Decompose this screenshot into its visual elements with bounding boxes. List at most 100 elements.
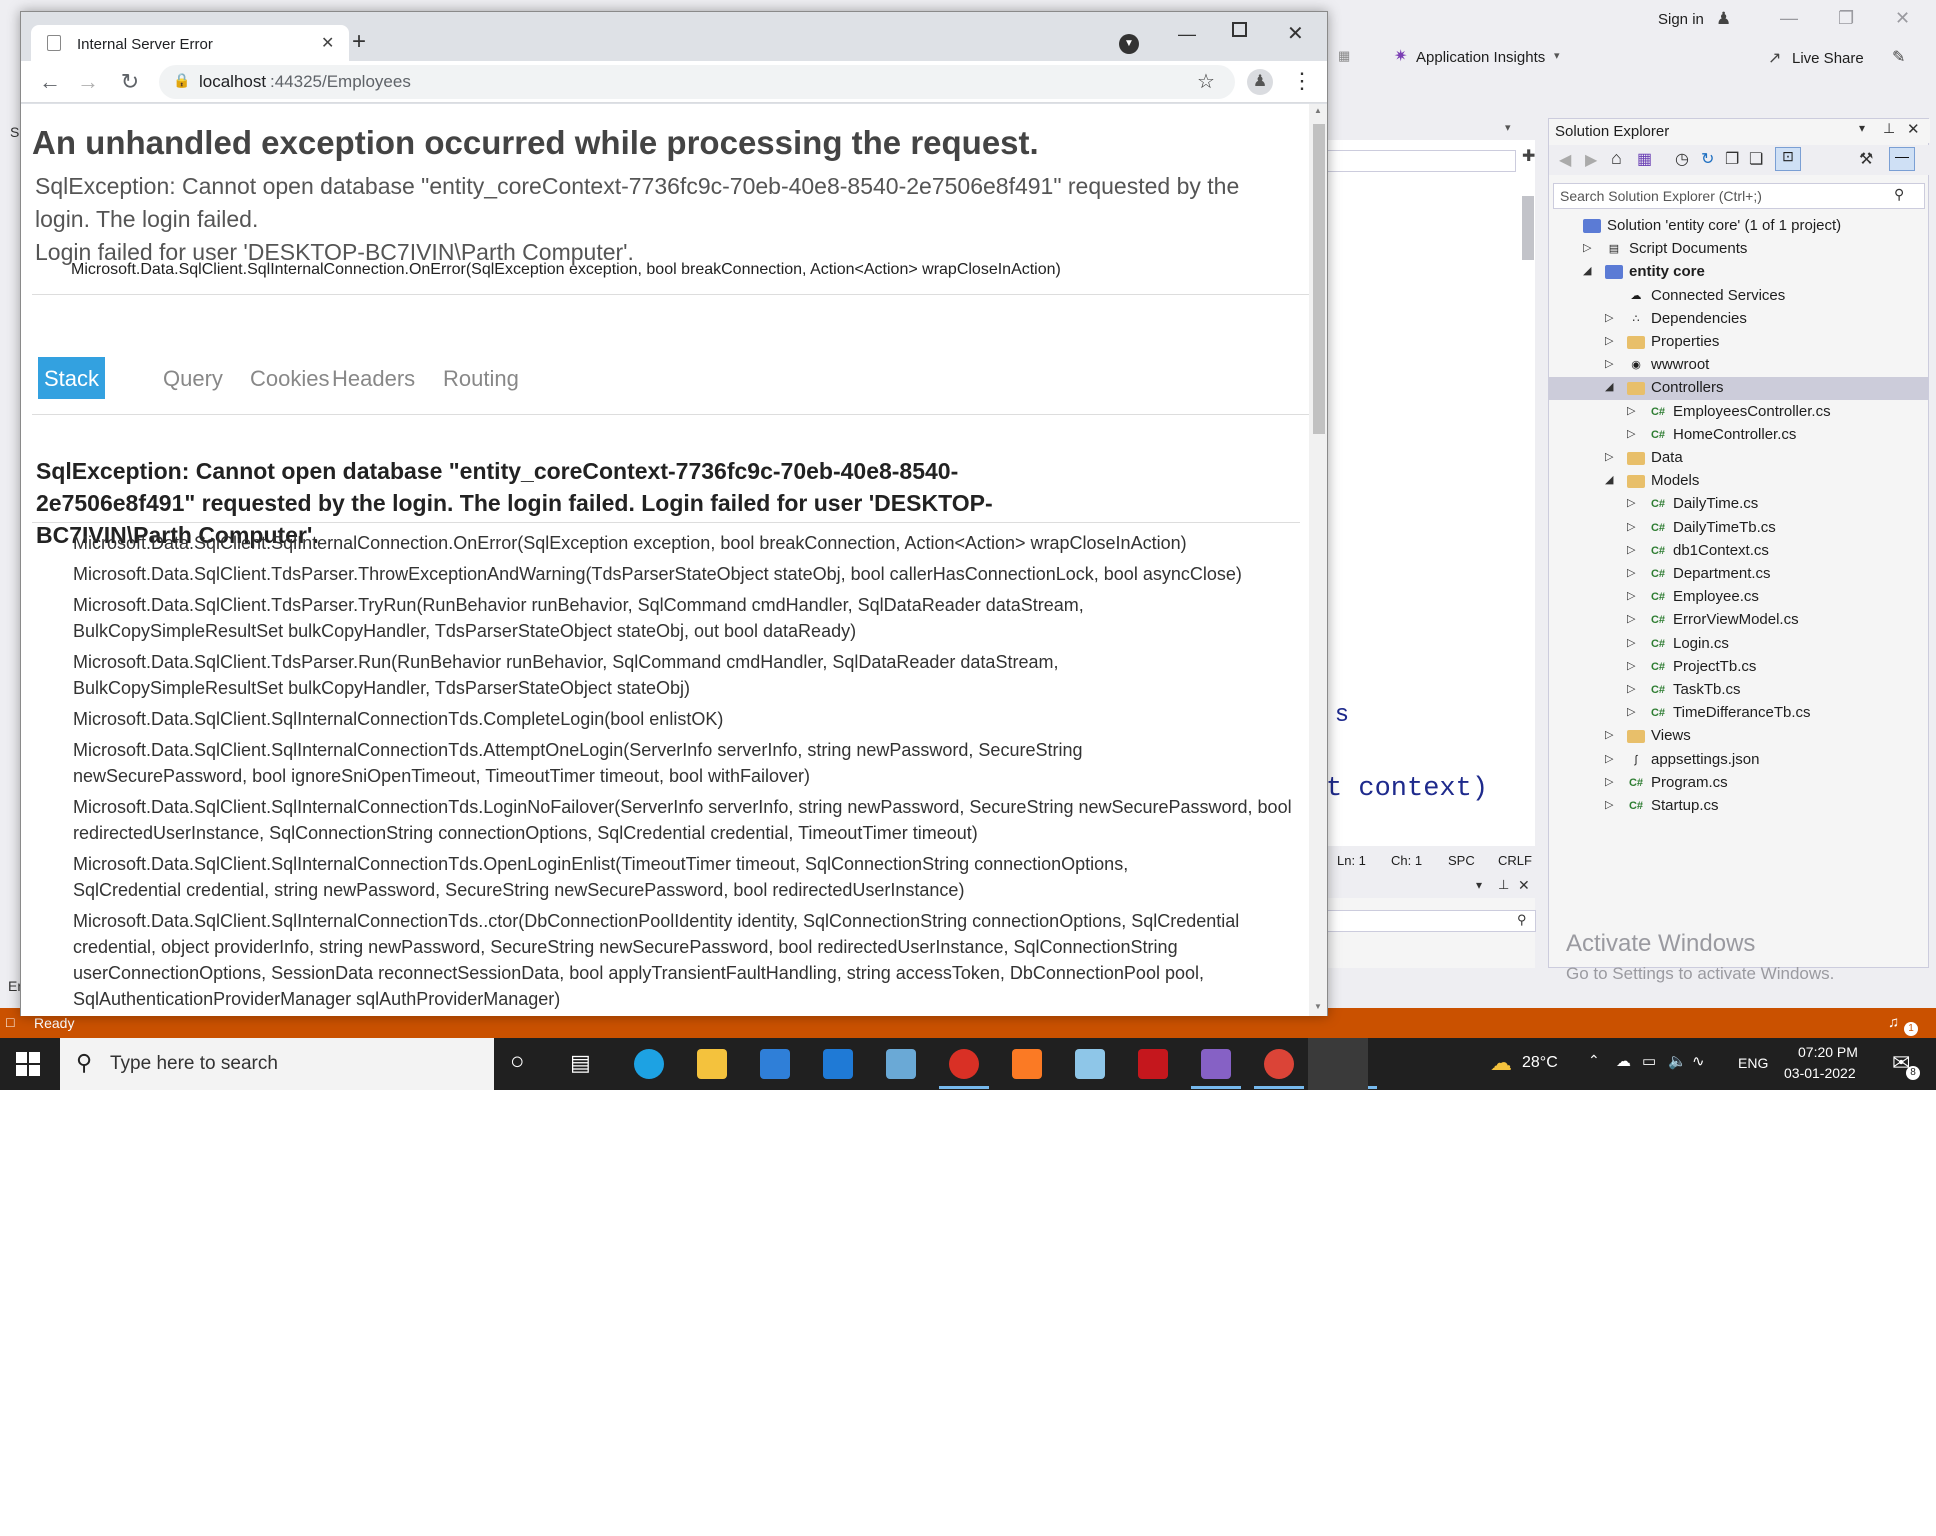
back-icon[interactable]: ← bbox=[37, 69, 63, 95]
volume-icon[interactable]: 🔈 bbox=[1668, 1052, 1687, 1070]
forward-icon[interactable]: → bbox=[75, 69, 101, 95]
weather-icon[interactable]: ☁ bbox=[1490, 1050, 1512, 1076]
tree-item[interactable]: ◢ Controllers bbox=[1549, 377, 1928, 401]
preview-icon[interactable]: ⊡ bbox=[1775, 147, 1801, 171]
vs-restore-icon[interactable]: ❐ bbox=[1838, 8, 1854, 29]
file-explorer-icon[interactable] bbox=[697, 1049, 727, 1079]
battery-icon[interactable]: ▭ bbox=[1642, 1052, 1656, 1070]
sync-icon[interactable]: ↻ bbox=[1701, 149, 1714, 169]
filezilla-icon[interactable] bbox=[1138, 1049, 1168, 1079]
collapsed-arrow-icon[interactable]: ▷ bbox=[1605, 728, 1613, 741]
properties-icon[interactable]: ⚒ bbox=[1859, 149, 1873, 169]
mail-icon[interactable] bbox=[823, 1049, 853, 1079]
collapsed-arrow-icon[interactable]: ▷ bbox=[1605, 775, 1613, 788]
collapsed-arrow-icon[interactable]: ▷ bbox=[1605, 752, 1613, 765]
visual-studio-icon[interactable] bbox=[1201, 1049, 1231, 1079]
tree-item[interactable]: ▷ C# ErrorViewModel.cs bbox=[1549, 609, 1928, 632]
collapsed-arrow-icon[interactable]: ▷ bbox=[1627, 659, 1635, 672]
profile-avatar-icon[interactable]: ♟ bbox=[1247, 69, 1273, 95]
wifi-icon[interactable]: ∿ bbox=[1692, 1052, 1705, 1070]
scrollbar-thumb[interactable] bbox=[1313, 124, 1325, 434]
chevron-down-icon[interactable]: ▾ bbox=[1554, 49, 1560, 62]
network-drive-icon[interactable]: ☁ bbox=[1616, 1052, 1631, 1070]
tab-close-icon[interactable]: ✕ bbox=[321, 33, 334, 53]
forward-icon[interactable]: ▶ bbox=[1585, 150, 1597, 170]
editor-dropdown-icon[interactable]: ▾ bbox=[1505, 121, 1511, 134]
tree-item[interactable]: ▷ Data bbox=[1549, 447, 1928, 470]
app-insights-button[interactable]: Application Insights bbox=[1416, 49, 1545, 66]
collapsed-arrow-icon[interactable]: ▷ bbox=[1605, 334, 1613, 347]
nav-dropdown[interactable] bbox=[1326, 150, 1516, 172]
tree-item[interactable]: ▷ C# HomeController.cs bbox=[1549, 424, 1928, 447]
pin-icon[interactable]: ⊥ bbox=[1498, 877, 1509, 893]
collapsed-arrow-icon[interactable]: ▷ bbox=[1627, 636, 1635, 649]
collapsed-arrow-icon[interactable]: ▷ bbox=[1627, 543, 1635, 556]
collapsed-arrow-icon[interactable]: ▷ bbox=[1605, 450, 1613, 463]
cortana-icon[interactable]: ○ bbox=[510, 1048, 525, 1076]
tree-item[interactable]: ▷ ∫ appsettings.json bbox=[1549, 749, 1928, 772]
tray-expand-icon[interactable]: ⌃ bbox=[1588, 1052, 1600, 1069]
pending-changes-icon[interactable]: ◷ bbox=[1675, 149, 1689, 169]
close-icon[interactable]: ✕ bbox=[1287, 21, 1304, 46]
editor-scrollbar[interactable] bbox=[1522, 196, 1534, 260]
collapsed-arrow-icon[interactable]: ▷ bbox=[1627, 566, 1635, 579]
whitespace-indicator[interactable]: SPC bbox=[1448, 853, 1475, 868]
tree-item[interactable]: ▷ C# db1Context.cs bbox=[1549, 540, 1928, 563]
collapsed-arrow-icon[interactable]: ▷ bbox=[1627, 589, 1635, 602]
maximize-icon[interactable] bbox=[1232, 22, 1247, 37]
expanded-arrow-icon[interactable]: ◢ bbox=[1605, 473, 1613, 486]
vs-minimize-icon[interactable]: — bbox=[1780, 8, 1798, 29]
tree-item[interactable]: Solution 'entity core' (1 of 1 project) bbox=[1549, 215, 1928, 238]
tree-item[interactable]: ▷ ◉ wwwroot bbox=[1549, 354, 1928, 377]
notification-bell-icon[interactable]: ♫ bbox=[1888, 1014, 1899, 1031]
scroll-down-icon[interactable]: ▼ bbox=[1314, 1002, 1322, 1011]
tree-item[interactable]: ▷ C# DailyTime.cs bbox=[1549, 493, 1928, 516]
tree-item[interactable]: ▷ C# Department.cs bbox=[1549, 563, 1928, 586]
clock-date[interactable]: 03-01-2022 bbox=[1784, 1065, 1856, 1081]
tab-search-icon[interactable]: ▼ bbox=[1119, 34, 1139, 54]
panel-dropdown-icon[interactable]: ▾ bbox=[1476, 878, 1482, 892]
store-icon[interactable] bbox=[760, 1049, 790, 1079]
line-ending-indicator[interactable]: CRLF bbox=[1498, 853, 1532, 868]
tree-item[interactable]: ▷ Views bbox=[1549, 725, 1928, 748]
back-icon[interactable]: ◀ bbox=[1559, 150, 1571, 170]
se-close-icon[interactable]: ✕ bbox=[1907, 120, 1920, 138]
edge-icon[interactable] bbox=[634, 1049, 664, 1079]
collapsed-arrow-icon[interactable]: ▷ bbox=[1605, 798, 1613, 811]
vs-close-icon[interactable]: ✕ bbox=[1895, 8, 1910, 29]
tree-item[interactable]: ▷ C# DailyTimeTb.cs bbox=[1549, 517, 1928, 540]
browser-tab[interactable]: Internal Server Error ✕ bbox=[31, 25, 349, 61]
collapsed-arrow-icon[interactable]: ▷ bbox=[1605, 357, 1613, 370]
panel-search-field[interactable]: ⚲ bbox=[1326, 910, 1536, 932]
tree-item[interactable]: ▷ C# Login.cs bbox=[1549, 633, 1928, 656]
tab-stack[interactable]: Stack bbox=[38, 357, 106, 399]
address-bar[interactable]: 🔒 localhost :44325/Employees ☆ bbox=[159, 65, 1235, 99]
chrome-profile-icon[interactable] bbox=[949, 1049, 979, 1079]
expanded-arrow-icon[interactable]: ◢ bbox=[1583, 264, 1591, 277]
tree-item[interactable]: ▷ C# Startup.cs bbox=[1549, 795, 1928, 818]
collapsed-arrow-icon[interactable]: ▷ bbox=[1627, 496, 1635, 509]
sign-in-link[interactable]: Sign in bbox=[1658, 11, 1704, 28]
expanded-arrow-icon[interactable]: ◢ bbox=[1605, 380, 1613, 393]
panel-close-icon[interactable]: ✕ bbox=[1518, 877, 1530, 894]
clock-time[interactable]: 07:20 PM bbox=[1798, 1044, 1858, 1060]
tree-item[interactable]: ▷ Properties bbox=[1549, 331, 1928, 354]
show-all-files-icon[interactable]: ❏ bbox=[1749, 149, 1763, 169]
collapse-all-icon[interactable]: ❐ bbox=[1725, 149, 1739, 169]
se-pin-icon[interactable]: ⊥ bbox=[1883, 120, 1895, 137]
chrome-menu-icon[interactable]: ⋮ bbox=[1291, 68, 1313, 94]
windows-start-icon[interactable] bbox=[16, 1052, 40, 1076]
new-tab-icon[interactable]: + bbox=[352, 28, 366, 56]
minimize-icon[interactable]: — bbox=[1178, 24, 1196, 45]
collapsed-arrow-icon[interactable]: ▷ bbox=[1627, 520, 1635, 533]
bookmark-star-icon[interactable]: ☆ bbox=[1197, 69, 1215, 94]
feedback-icon[interactable]: ✎ bbox=[1892, 47, 1905, 67]
task-view-icon[interactable]: ▤ bbox=[570, 1050, 591, 1076]
tree-item[interactable]: ▷ C# Program.cs bbox=[1549, 772, 1928, 795]
add-user-icon[interactable]: ♟ bbox=[1716, 9, 1731, 29]
switch-views-icon[interactable]: ▦ bbox=[1637, 149, 1652, 169]
tab-routing[interactable]: Routing bbox=[437, 357, 525, 399]
live-share-button[interactable]: Live Share bbox=[1792, 50, 1864, 67]
page-scrollbar[interactable]: ▲ ▼ bbox=[1309, 104, 1327, 1016]
lock-icon[interactable]: 🔒 bbox=[173, 72, 190, 89]
